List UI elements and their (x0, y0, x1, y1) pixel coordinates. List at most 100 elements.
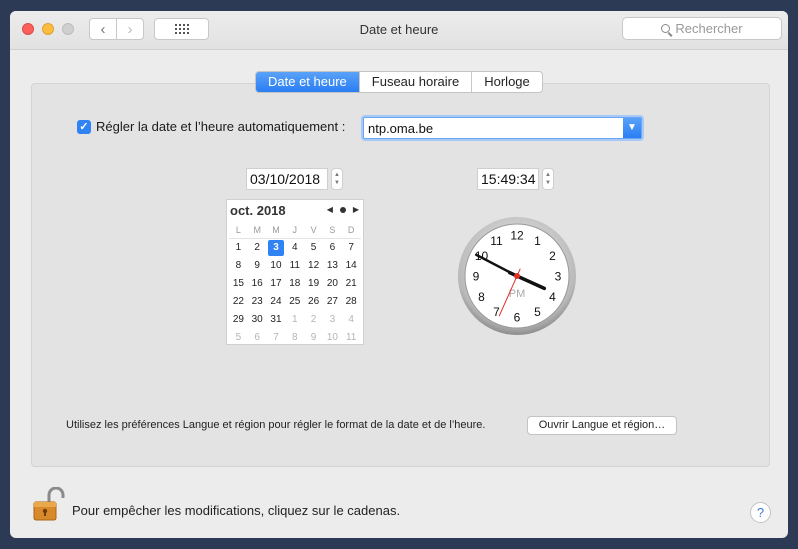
calendar-day[interactable]: 2 (248, 239, 267, 257)
clock-number: 8 (478, 290, 485, 304)
calendar-day[interactable]: 20 (323, 275, 342, 293)
time-stepper[interactable]: ▲ ▼ (542, 168, 554, 190)
time-field[interactable]: 15:49:34 (477, 168, 539, 190)
calendar-day[interactable]: 9 (248, 257, 267, 275)
calendar-day[interactable]: 5 (304, 239, 323, 257)
clock-number: 4 (549, 290, 556, 304)
calendar-day[interactable]: 5 (229, 329, 248, 347)
calendar-day[interactable]: 3 (323, 311, 342, 329)
clock-number: 11 (490, 234, 503, 248)
calendar-day-number: 27 (326, 296, 338, 307)
chevron-down-icon: ▼ (627, 122, 637, 133)
calendar-day-selected[interactable]: 3 (267, 239, 286, 257)
calendar-day-number: 8 (235, 260, 242, 271)
auto-set-row: ✓ Régler la date et l’heure automatiquem… (77, 119, 345, 134)
calendar-day[interactable]: 31 (267, 311, 286, 329)
calendar-day[interactable]: 1 (285, 311, 304, 329)
calendar-day-number: 2 (310, 314, 317, 325)
calendar-day-number: 3 (267, 240, 284, 256)
calendar-day[interactable]: 7 (342, 239, 361, 257)
calendar-day[interactable]: 10 (267, 257, 286, 275)
calendar-day[interactable]: 6 (323, 239, 342, 257)
weekday-label: S (322, 223, 342, 239)
calendar-day[interactable]: 19 (304, 275, 323, 293)
calendar-day[interactable]: 8 (229, 257, 248, 275)
tab-date-time[interactable]: Date et heure (256, 72, 359, 92)
language-hint: Utilisez les préférences Langue et régio… (66, 419, 486, 431)
calendar-day-number: 1 (235, 242, 242, 253)
calendar-day[interactable]: 4 (342, 311, 361, 329)
calendar-day[interactable]: 18 (285, 275, 304, 293)
calendar-day[interactable]: 9 (304, 329, 323, 347)
calendar-day-number: 10 (326, 332, 338, 343)
next-month-icon[interactable]: ▶ (353, 205, 359, 214)
time-server-input[interactable] (364, 118, 626, 138)
calendar-day[interactable]: 10 (323, 329, 342, 347)
calendar-day[interactable]: 28 (342, 293, 361, 311)
weekday-label: J (285, 223, 305, 239)
calendar-day[interactable]: 25 (285, 293, 304, 311)
calendar-day[interactable]: 22 (229, 293, 248, 311)
calendar-day-number: 17 (270, 278, 282, 289)
previous-month-icon[interactable]: ◀ (327, 205, 333, 214)
stepper-down-icon[interactable]: ▼ (545, 179, 551, 187)
weekday-label: V (304, 223, 323, 239)
calendar-day[interactable]: 16 (248, 275, 267, 293)
help-button[interactable]: ? (750, 502, 771, 523)
checkmark-icon: ✓ (79, 120, 89, 133)
calendar-day[interactable]: 4 (285, 239, 304, 257)
tab-time-zone[interactable]: Fuseau horaire (358, 72, 471, 92)
stepper-up-icon[interactable]: ▲ (334, 171, 340, 179)
calendar-day-number: 20 (326, 278, 338, 289)
time-server-combobox[interactable]: ▼ (363, 117, 642, 139)
calendar-day[interactable]: 30 (248, 311, 267, 329)
calendar-day-number: 9 (310, 332, 317, 343)
auto-set-checkbox[interactable]: ✓ (77, 119, 91, 134)
stepper-down-icon[interactable]: ▼ (334, 179, 340, 187)
calendar-day[interactable]: 6 (248, 329, 267, 347)
calendar-day[interactable]: 2 (304, 311, 323, 329)
calendar-day-number: 11 (289, 260, 300, 271)
calendar-day[interactable]: 24 (267, 293, 286, 311)
stepper-up-icon[interactable]: ▲ (545, 171, 551, 179)
date-stepper[interactable]: ▲ ▼ (331, 168, 343, 190)
calendar-day-number: 7 (273, 332, 279, 343)
dropdown-button[interactable]: ▼ (623, 118, 641, 138)
date-field[interactable]: 03/10/2018 (246, 168, 328, 190)
lock-hint: Pour empêcher les modifications, cliquez… (72, 503, 401, 518)
search-icon (661, 24, 671, 33)
calendar-day-number: 10 (270, 260, 282, 271)
calendar-day[interactable]: 12 (304, 257, 323, 275)
padlock-icon[interactable] (31, 487, 65, 523)
search-field[interactable]: Rechercher (622, 17, 782, 40)
calendar-day-number: 13 (326, 260, 338, 271)
clock-number: 5 (534, 305, 541, 319)
open-language-region-button[interactable]: Ouvrir Langue et région… (527, 416, 677, 435)
calendar-day-number: 4 (292, 242, 298, 253)
tab-clock[interactable]: Horloge (471, 72, 542, 92)
calendar-day[interactable]: 27 (323, 293, 342, 311)
today-icon[interactable] (339, 206, 346, 213)
calendar-day-number: 14 (345, 260, 357, 271)
calendar-day[interactable]: 11 (285, 257, 304, 275)
calendar-day[interactable]: 14 (342, 257, 361, 275)
clock-center (514, 273, 520, 279)
calendar-day[interactable]: 26 (304, 293, 323, 311)
calendar-day[interactable]: 1 (229, 239, 248, 257)
calendar-day[interactable]: 8 (285, 329, 304, 347)
calendar-day[interactable]: 21 (342, 275, 361, 293)
calendar: oct. 2018 ◀ ▶ L M M J V S D 1 2 3 4 5 6 7 8 9 10 11 12 13 14… (226, 199, 364, 345)
calendar-day[interactable]: 23 (248, 293, 267, 311)
clock-number: 12 (510, 229, 524, 243)
calendar-day[interactable]: 29 (229, 311, 248, 329)
calendar-day[interactable]: 7 (267, 329, 286, 347)
calendar-day[interactable]: 15 (229, 275, 248, 293)
calendar-day[interactable]: 13 (323, 257, 342, 275)
analog-clock: 12 1234567891011 PM (458, 217, 576, 335)
calendar-day[interactable]: 11 (342, 329, 361, 347)
calendar-day-number: 2 (254, 242, 260, 253)
calendar-day-number: 7 (348, 242, 354, 253)
calendar-day-number: 5 (310, 242, 317, 253)
calendar-day[interactable]: 17 (267, 275, 286, 293)
calendar-day-number: 30 (251, 314, 263, 325)
